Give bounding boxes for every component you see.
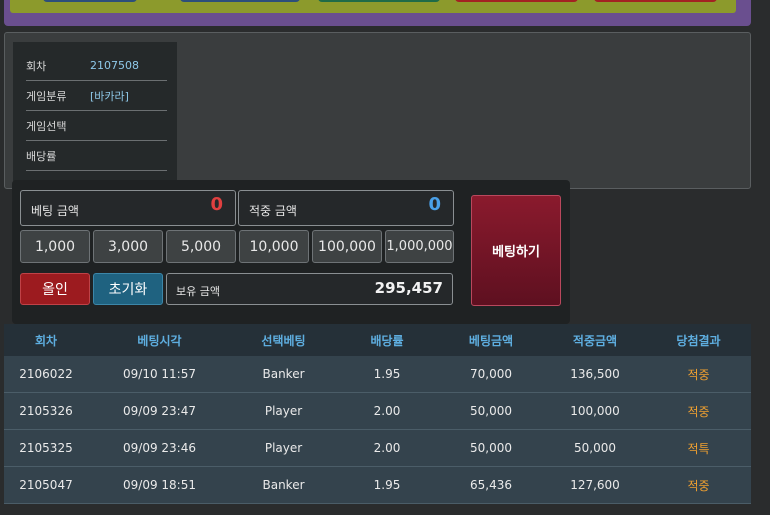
table-row: 2105326 09/09 23:47 Player 2.00 50,000 1… bbox=[4, 393, 751, 430]
place-bet-button[interactable]: 베팅하기 bbox=[471, 195, 561, 306]
top-tab-1[interactable] bbox=[43, 0, 137, 2]
top-tab-3[interactable] bbox=[318, 0, 440, 2]
bet-amount-box: 베팅 금액 0 bbox=[20, 190, 236, 226]
column-header: 적중금액 bbox=[572, 333, 618, 348]
info-value: [바카라] bbox=[90, 89, 129, 103]
info-row-odds: 배당률 bbox=[26, 141, 167, 171]
info-label: 게임분류 bbox=[26, 89, 67, 103]
cell-win-amount: 136,500 bbox=[570, 367, 620, 381]
chip-10000-button[interactable]: 10,000 bbox=[239, 230, 309, 263]
info-row-round: 회차 2107508 bbox=[26, 51, 167, 81]
table-row: 2105325 09/09 23:46 Player 2.00 50,000 5… bbox=[4, 430, 751, 467]
reset-button[interactable]: 초기화 bbox=[93, 273, 163, 305]
cell-result: 적중 bbox=[687, 478, 710, 493]
cell-bet-amount: 65,436 bbox=[470, 478, 512, 492]
cell-round: 2106022 bbox=[19, 367, 73, 381]
column-header: 회차 bbox=[34, 333, 58, 348]
holding-amount-box: 보유 금액 295,457 bbox=[166, 273, 453, 305]
bet-amount-value: 0 bbox=[210, 194, 223, 215]
cell-result: 적특 bbox=[687, 441, 710, 456]
cell-odds: 2.00 bbox=[373, 404, 401, 418]
cell-odds: 2.00 bbox=[373, 441, 401, 455]
cell-bet-amount: 70,000 bbox=[470, 367, 512, 381]
cell-win-amount: 100,000 bbox=[570, 404, 620, 418]
top-tab-4[interactable] bbox=[455, 0, 578, 2]
info-row-selection: 게임선택 bbox=[26, 111, 167, 141]
column-header: 배당률 bbox=[370, 333, 404, 348]
cell-result: 적중 bbox=[687, 404, 710, 419]
cell-bet-amount: 50,000 bbox=[470, 441, 512, 455]
cell-time: 09/10 11:57 bbox=[123, 367, 196, 381]
cell-bet-amount: 50,000 bbox=[470, 404, 512, 418]
cell-round: 2105047 bbox=[19, 478, 73, 492]
chip-5000-button[interactable]: 5,000 bbox=[166, 230, 236, 263]
cell-win-amount: 50,000 bbox=[574, 441, 616, 455]
info-label: 배당률 bbox=[26, 149, 57, 163]
all-in-button[interactable]: 올인 bbox=[20, 273, 90, 305]
cell-time: 09/09 23:46 bbox=[123, 441, 196, 455]
holding-amount-label: 보유 금액 bbox=[176, 285, 220, 298]
cell-result: 적중 bbox=[687, 367, 710, 382]
win-amount-label: 적중 금액 bbox=[249, 204, 297, 218]
cell-win-amount: 127,600 bbox=[570, 478, 620, 492]
info-row-category: 게임분류 [바카라] bbox=[26, 81, 167, 111]
column-header: 베팅금액 bbox=[468, 333, 514, 348]
info-label: 게임선택 bbox=[26, 119, 67, 133]
top-tab-2[interactable] bbox=[180, 0, 300, 2]
table-row: 2105047 09/09 18:51 Banker 1.95 65,436 1… bbox=[4, 467, 751, 504]
column-header: 당첨결과 bbox=[676, 333, 721, 348]
cell-odds: 1.95 bbox=[373, 478, 401, 492]
win-amount-box: 적중 금액 0 bbox=[238, 190, 454, 226]
cell-pick: Banker bbox=[262, 478, 305, 492]
cell-pick: Player bbox=[264, 404, 303, 418]
column-header: 베팅시각 bbox=[137, 333, 182, 348]
top-tab-5[interactable] bbox=[594, 0, 717, 2]
win-amount-value: 0 bbox=[428, 194, 441, 215]
chip-1000-button[interactable]: 1,000 bbox=[20, 230, 90, 263]
cell-odds: 1.95 bbox=[373, 367, 401, 381]
chip-1000000-button[interactable]: 1,000,000 bbox=[385, 230, 454, 263]
cell-time: 09/09 18:51 bbox=[123, 478, 196, 492]
column-header: 선택베팅 bbox=[261, 333, 306, 348]
chip-100000-button[interactable]: 100,000 bbox=[312, 230, 382, 263]
table-header: 회차 베팅시각 선택베팅 배당률 베팅금액 적중금액 당첨결과 bbox=[4, 324, 751, 356]
cell-round: 2105325 bbox=[19, 441, 73, 455]
cell-time: 09/09 23:47 bbox=[123, 404, 196, 418]
chip-3000-button[interactable]: 3,000 bbox=[93, 230, 163, 263]
cell-pick: Player bbox=[264, 441, 303, 455]
holding-amount-value: 295,457 bbox=[374, 279, 443, 297]
bet-history-table: 회차 베팅시각 선택베팅 배당률 베팅금액 적중금액 당첨결과 2106022 … bbox=[4, 324, 751, 504]
info-value: 2107508 bbox=[90, 59, 139, 72]
info-label: 회차 bbox=[26, 59, 47, 73]
bet-amount-label: 베팅 금액 bbox=[31, 204, 79, 218]
table-row: 2106022 09/10 11:57 Banker 1.95 70,000 1… bbox=[4, 356, 751, 393]
cell-round: 2105326 bbox=[19, 404, 73, 418]
cell-pick: Banker bbox=[262, 367, 305, 381]
